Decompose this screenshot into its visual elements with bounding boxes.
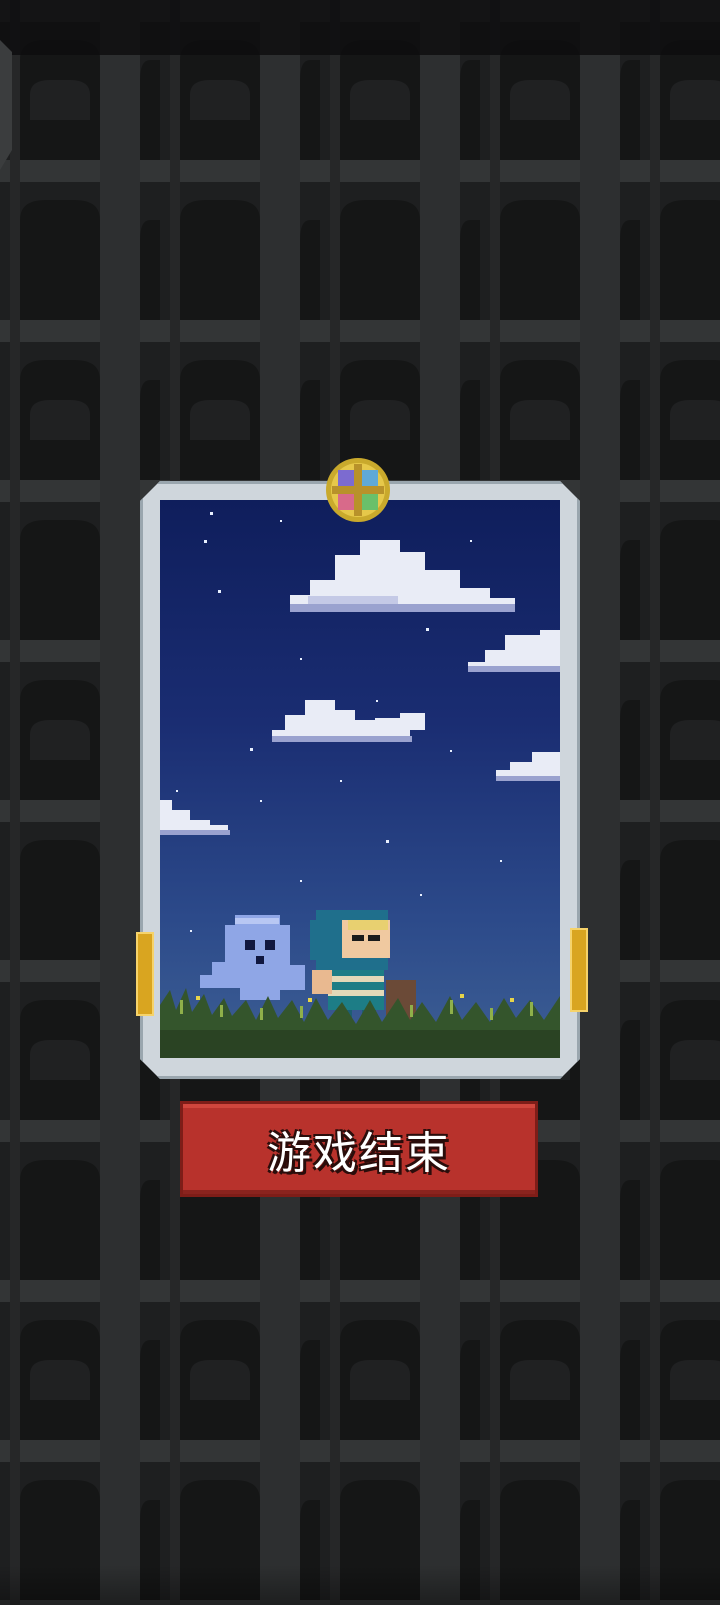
- cloud-small-right: [496, 752, 560, 781]
- left-card-ornament: [136, 932, 154, 1016]
- game-over-button-label: 游戏结束: [267, 1128, 451, 1179]
- card-illustration: [160, 500, 560, 1058]
- cloud-large: [290, 540, 515, 612]
- ghost-sprite: [200, 915, 305, 1000]
- game-over-button[interactable]: 游戏结束: [180, 1101, 538, 1197]
- medal-icon: [326, 458, 390, 522]
- right-card-ornament: [570, 928, 588, 1012]
- cloud-right: [468, 630, 560, 672]
- cloud-center: [272, 700, 425, 742]
- bottom-fade: [0, 1565, 720, 1605]
- cloud-left: [160, 800, 230, 835]
